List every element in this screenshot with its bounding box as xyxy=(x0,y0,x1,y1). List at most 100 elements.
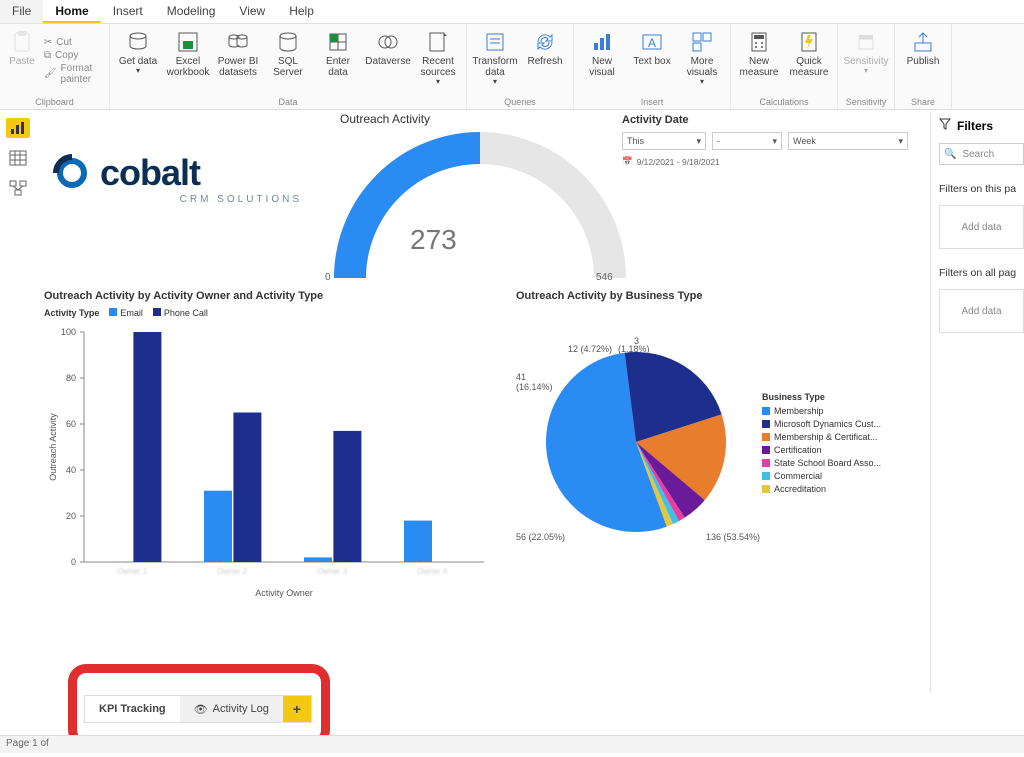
enter-data-icon xyxy=(326,30,350,54)
filters-pane: Filters 🔍Search Filters on this pa Add d… xyxy=(930,112,1024,692)
chart-icon xyxy=(590,30,614,54)
copy-button[interactable]: ⧉Copy xyxy=(44,50,103,61)
logo-icon xyxy=(50,153,94,193)
paste-button[interactable]: Paste xyxy=(6,26,38,95)
filter-icon xyxy=(939,118,951,133)
search-icon: 🔍 xyxy=(944,149,956,160)
group-label: Sensitivity xyxy=(844,95,888,109)
filters-on-page-label: Filters on this pa xyxy=(939,183,1024,195)
publish-icon xyxy=(911,30,935,54)
copy-icon: ⧉ xyxy=(44,50,51,61)
date-unit-select[interactable]: Week▾ xyxy=(788,132,908,150)
add-page-button[interactable]: + xyxy=(283,696,311,722)
group-label: Queries xyxy=(473,95,567,109)
svg-text:100: 100 xyxy=(61,327,76,337)
svg-text:Owner 1: Owner 1 xyxy=(117,567,148,576)
svg-text:0: 0 xyxy=(71,557,76,567)
bar-chart[interactable]: 020406080100Outreach ActivityOwner 1Owne… xyxy=(44,322,504,602)
tab-activity-log[interactable]: 👁Activity Log xyxy=(180,696,283,722)
brush-icon: 🖌 xyxy=(44,68,57,79)
powerbi-datasets-button[interactable]: Power BI datasets xyxy=(216,26,260,95)
bar-legend: Activity Type Email Phone Call xyxy=(44,308,208,318)
menu-modeling[interactable]: Modeling xyxy=(155,0,228,23)
status-bar: Page 1 of xyxy=(0,735,1024,753)
calculator-icon xyxy=(747,30,771,54)
refresh-button[interactable]: Refresh xyxy=(523,26,567,95)
new-measure-button[interactable]: New measure xyxy=(737,26,781,95)
date-offset-select[interactable]: -▾ xyxy=(712,132,782,150)
svg-text:80: 80 xyxy=(66,373,76,383)
svg-text:Outreach Activity: Outreach Activity xyxy=(48,413,58,481)
format-painter-button[interactable]: 🖌Format painter xyxy=(44,63,103,85)
gauge-max: 546 xyxy=(596,272,613,283)
sensitivity-button[interactable]: Sensitivity▾ xyxy=(844,26,888,95)
chevron-down-icon: ▾ xyxy=(898,136,903,147)
transform-data-button[interactable]: Transform data▾ xyxy=(473,26,517,95)
add-filter-all[interactable]: Add data xyxy=(939,289,1024,333)
tab-kpi-tracking[interactable]: KPI Tracking xyxy=(85,696,180,722)
pie-legend: Business Type MembershipMicrosoft Dynami… xyxy=(762,392,881,497)
paste-icon xyxy=(10,30,34,54)
data-view-button[interactable] xyxy=(6,148,30,168)
ribbon: Paste ✂Cut ⧉Copy 🖌Format painter Clipboa… xyxy=(0,24,1024,110)
menu-file[interactable]: File xyxy=(0,0,43,23)
svg-text:Owner 3: Owner 3 xyxy=(317,567,348,576)
excel-button[interactable]: Excel workbook xyxy=(166,26,210,95)
svg-text:Activity Owner: Activity Owner xyxy=(255,588,313,598)
menu-insert[interactable]: Insert xyxy=(101,0,155,23)
gauge-title: Outreach Activity xyxy=(340,112,430,126)
report-view-button[interactable] xyxy=(6,118,30,138)
gauge-chart[interactable] xyxy=(320,128,640,288)
publish-button[interactable]: Publish xyxy=(901,26,945,95)
calendar-icon: 📅 xyxy=(622,156,633,167)
svg-text:Owner 2: Owner 2 xyxy=(217,567,248,576)
recent-sources-button[interactable]: Recent sources▾ xyxy=(416,26,460,95)
menu-help[interactable]: Help xyxy=(277,0,326,23)
date-period-select[interactable]: This▾ xyxy=(622,132,706,150)
sensitivity-icon xyxy=(854,30,878,54)
quick-measure-icon xyxy=(797,30,821,54)
new-visual-button[interactable]: New visual xyxy=(580,26,624,95)
svg-text:20: 20 xyxy=(66,511,76,521)
hidden-icon: 👁 xyxy=(194,703,208,716)
report-canvas[interactable]: cobalt CRM SOLUTIONS Outreach Activity 2… xyxy=(40,112,924,672)
chevron-down-icon: ▾ xyxy=(772,136,777,147)
pie-chart-title: Outreach Activity by Business Type xyxy=(516,290,702,302)
logo: cobalt CRM SOLUTIONS xyxy=(50,152,310,205)
svg-text:60: 60 xyxy=(66,419,76,429)
group-label: Share xyxy=(901,95,945,109)
datasets-icon xyxy=(226,30,250,54)
quick-measure-button[interactable]: Quick measure xyxy=(787,26,831,95)
more-visuals-button[interactable]: More visuals▾ xyxy=(680,26,724,95)
bar-chart-title: Outreach Activity by Activity Owner and … xyxy=(44,290,323,302)
model-view-button[interactable] xyxy=(6,178,30,198)
group-label: Data xyxy=(116,95,460,109)
group-label: Insert xyxy=(580,95,724,109)
page-tabs: KPI Tracking 👁Activity Log + xyxy=(84,695,312,723)
menu-view[interactable]: View xyxy=(227,0,277,23)
transform-icon xyxy=(483,30,507,54)
get-data-button[interactable]: Get data▾ xyxy=(116,26,160,95)
cut-button[interactable]: ✂Cut xyxy=(44,37,103,48)
dataverse-button[interactable]: Dataverse xyxy=(366,26,410,95)
group-label: Calculations xyxy=(737,95,831,109)
scissors-icon: ✂ xyxy=(44,37,52,48)
filter-search-input[interactable]: 🔍Search xyxy=(939,143,1024,165)
textbox-icon: A xyxy=(640,30,664,54)
gauge-min: 0 xyxy=(325,272,331,283)
date-range: 📅 9/12/2021 - 9/18/2021 xyxy=(622,156,720,167)
sql-server-button[interactable]: SQL Server xyxy=(266,26,310,95)
group-label: Clipboard xyxy=(6,95,103,109)
text-box-button[interactable]: AText box xyxy=(630,26,674,95)
more-visuals-icon xyxy=(690,30,714,54)
enter-data-button[interactable]: Enter data xyxy=(316,26,360,95)
sql-icon xyxy=(276,30,300,54)
dataverse-icon xyxy=(376,30,400,54)
menu-bar: File Home Insert Modeling View Help xyxy=(0,0,1024,24)
svg-text:A: A xyxy=(648,36,656,50)
filters-on-all-label: Filters on all pag xyxy=(939,267,1024,279)
add-filter-page[interactable]: Add data xyxy=(939,205,1024,249)
pie-chart[interactable]: Business Type MembershipMicrosoft Dynami… xyxy=(516,322,920,602)
chevron-down-icon: ▾ xyxy=(696,136,701,147)
menu-home[interactable]: Home xyxy=(43,0,100,23)
